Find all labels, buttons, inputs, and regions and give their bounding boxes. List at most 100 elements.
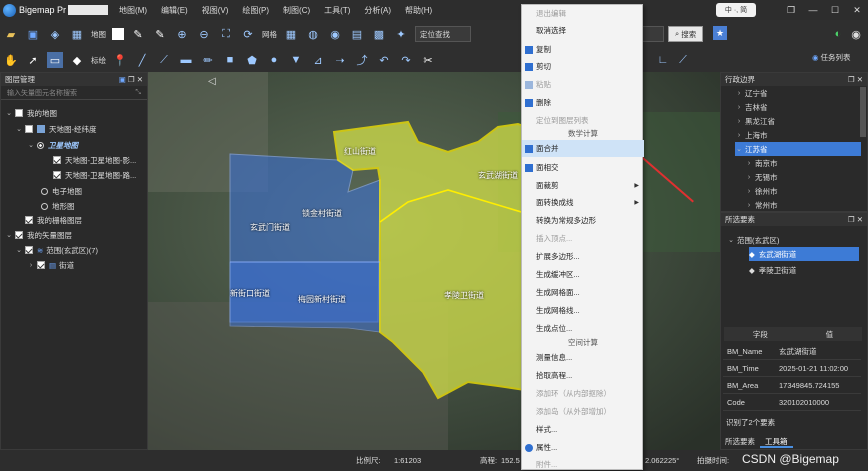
style-icon[interactable]: ✎ — [130, 26, 146, 42]
admin-item-xuzhou[interactable]: › 徐州市 — [745, 184, 778, 198]
float-icon[interactable]: ❐ — [848, 75, 855, 84]
menu-item-intersect[interactable]: 面相交 — [522, 159, 644, 176]
tree-node-range[interactable]: ⌄ ≋ 范围(玄武区)(7) — [15, 243, 98, 257]
menu-item-merge[interactable]: 面合并 — [522, 140, 644, 157]
map-grid-icon[interactable]: ▦ — [69, 26, 85, 42]
triangle-icon[interactable]: ▼ — [288, 52, 304, 68]
menu-item-buffer[interactable]: 生成缓冲区... — [522, 266, 644, 283]
admin-item-heilongjiang[interactable]: › 黑龙江省 — [735, 114, 775, 128]
menu-item-copy[interactable]: 复制 — [522, 41, 644, 58]
menu-item-properties[interactable]: 属性... — [522, 439, 644, 456]
arrow-right-icon[interactable]: ➝ — [332, 52, 348, 68]
menu-item-exit-edit[interactable]: 退出编辑 — [522, 5, 644, 22]
angle-icon[interactable]: ∟ — [655, 52, 671, 68]
record-icon[interactable]: ◉ — [327, 26, 343, 42]
edit-vertex-icon[interactable]: ◆ — [69, 52, 85, 68]
locate-search-combo[interactable]: 定位查找 — [415, 26, 471, 42]
menu-item-grid-line[interactable]: 生成网格线... — [522, 302, 644, 319]
annotate-label[interactable]: 标绘 — [91, 55, 106, 66]
expand-icon[interactable]: › — [735, 132, 743, 139]
tab-toolbox[interactable]: 工具箱 — [760, 434, 793, 448]
menu-item-grid-polygon[interactable]: 生成网格面... — [522, 284, 644, 301]
selected-root[interactable]: ⌄ 范围(玄武区) — [727, 233, 779, 247]
grid-label[interactable]: 网格 — [262, 29, 277, 40]
menu-help[interactable]: 帮助(H) — [398, 5, 439, 16]
point-marker-icon[interactable]: 📍 — [112, 52, 128, 68]
menu-map[interactable]: 地图(M) — [112, 5, 154, 16]
expand-icon[interactable]: › — [745, 188, 753, 195]
menu-item-add-ring[interactable]: 添加环（从内部抠除） — [522, 385, 644, 402]
expand-icon[interactable]: ⌄ — [727, 236, 735, 244]
attr-row[interactable]: BM_Time 2025-01-21 11:02:00 — [723, 360, 861, 377]
expand-icon[interactable]: › — [735, 118, 743, 125]
expand-icon[interactable]: ⌄ — [15, 125, 23, 133]
menu-item-insert-vertex[interactable]: 插入顶点... — [522, 230, 644, 247]
admin-scrollbar[interactable] — [860, 87, 866, 137]
table-icon[interactable]: ▤ — [349, 26, 365, 42]
menu-item-measure[interactable]: 测量信息... — [522, 349, 644, 366]
panel-close-icon[interactable]: ✕ — [857, 215, 863, 224]
expand-icon[interactable]: ⌄ — [5, 109, 13, 117]
tree-node-vector[interactable]: ⌄ 我的矢量图层 — [5, 228, 72, 242]
collapse-arrow-icon[interactable]: › — [27, 262, 35, 269]
expand-icon[interactable]: › — [735, 104, 743, 111]
circle-icon[interactable]: ● — [266, 52, 282, 68]
admin-item-nanjing[interactable]: › 南京市 — [745, 156, 778, 170]
attr-row[interactable]: BM_Area 17349845.724155 — [723, 377, 861, 394]
undo-icon[interactable]: ↶ — [376, 52, 392, 68]
square-icon[interactable]: ■ — [222, 52, 238, 68]
tree-node-sat-image[interactable]: 天地图-卫星地图-影... — [53, 153, 136, 167]
checkbox-checked[interactable] — [15, 231, 23, 239]
select-arrow-icon[interactable]: ➚ — [25, 52, 41, 68]
menu-view[interactable]: 视图(V) — [195, 5, 236, 16]
pin-icon[interactable]: ▣ — [119, 75, 126, 84]
checkbox-checked[interactable] — [53, 156, 61, 164]
layers-icon[interactable]: ◈ — [47, 26, 63, 42]
tree-node-my-map[interactable]: ⌄ 我的地图 — [5, 106, 57, 120]
radio-selected[interactable] — [37, 141, 44, 149]
menu-item-expand-polygon[interactable]: 扩展多边形... — [522, 248, 644, 265]
save-icon[interactable]: ▣ — [25, 26, 41, 42]
checkbox-checked[interactable] — [53, 171, 61, 179]
polyline-icon[interactable]: ╱ — [134, 52, 150, 68]
curve-arrow-icon[interactable]: ⤴ — [354, 52, 370, 68]
menu-item-clip[interactable]: 面裁剪 ▶ — [522, 177, 644, 194]
grid-icon[interactable]: ▦ — [283, 26, 299, 42]
menu-item-regular-polygon[interactable]: 转换为常规多边形 — [522, 212, 644, 229]
select-box-icon[interactable]: ▭ — [47, 52, 63, 68]
admin-item-shanghai[interactable]: › 上海市 — [735, 128, 768, 142]
checkbox[interactable] — [25, 125, 33, 133]
expand-icon[interactable]: › — [745, 202, 753, 209]
refresh-icon[interactable]: ⟳ — [240, 26, 256, 42]
menu-item-add-island[interactable]: 添加岛（从外部增加） — [522, 403, 644, 420]
tree-node-electronic[interactable]: 电子地图 — [41, 184, 82, 198]
map-label[interactable]: 地图 — [91, 29, 106, 40]
tab-selected-features[interactable]: 所选要素 — [720, 434, 760, 448]
expand-icon[interactable]: › — [745, 160, 753, 167]
float-icon[interactable]: ❐ — [128, 75, 135, 84]
attr-row[interactable]: BM_Name 玄武湖街道 — [723, 343, 861, 360]
map-nav-arrow-icon[interactable]: ◁ — [208, 76, 216, 87]
clear-icon[interactable]: ✦ — [393, 26, 409, 42]
menu-item-style[interactable]: 样式... — [522, 421, 644, 438]
radio[interactable] — [41, 202, 48, 210]
expand-icon[interactable]: ⌄ — [27, 141, 35, 149]
open-folder-icon[interactable]: ▰ — [3, 26, 19, 42]
close-icon[interactable]: ✕ — [846, 5, 868, 16]
image-icon[interactable]: ▩ — [371, 26, 387, 42]
admin-item-jiangsu[interactable]: ⌄ 江苏省 — [735, 142, 861, 156]
float-icon[interactable]: ❐ — [848, 215, 855, 224]
menu-item-delete[interactable]: 删除 — [522, 94, 644, 111]
search-button[interactable]: ⌕ 搜索 — [668, 26, 704, 42]
checkbox[interactable] — [15, 109, 23, 117]
expand-icon[interactable]: ⌄ — [5, 231, 13, 239]
expand-icon[interactable]: › — [735, 90, 743, 97]
pan-hand-icon[interactable]: ✋ — [3, 52, 19, 68]
expand-icon[interactable]: ⌄ — [735, 145, 743, 153]
checkbox-checked[interactable] — [25, 246, 33, 254]
freehand-icon[interactable]: ✏ — [200, 52, 216, 68]
menu-item-cut[interactable]: 剪切 — [522, 58, 644, 75]
pentagon-icon[interactable]: ⬟ — [244, 52, 260, 68]
ime-indicator[interactable]: 中 ·, 简 — [716, 3, 756, 17]
measure-line-icon[interactable]: ⊿ — [310, 52, 326, 68]
